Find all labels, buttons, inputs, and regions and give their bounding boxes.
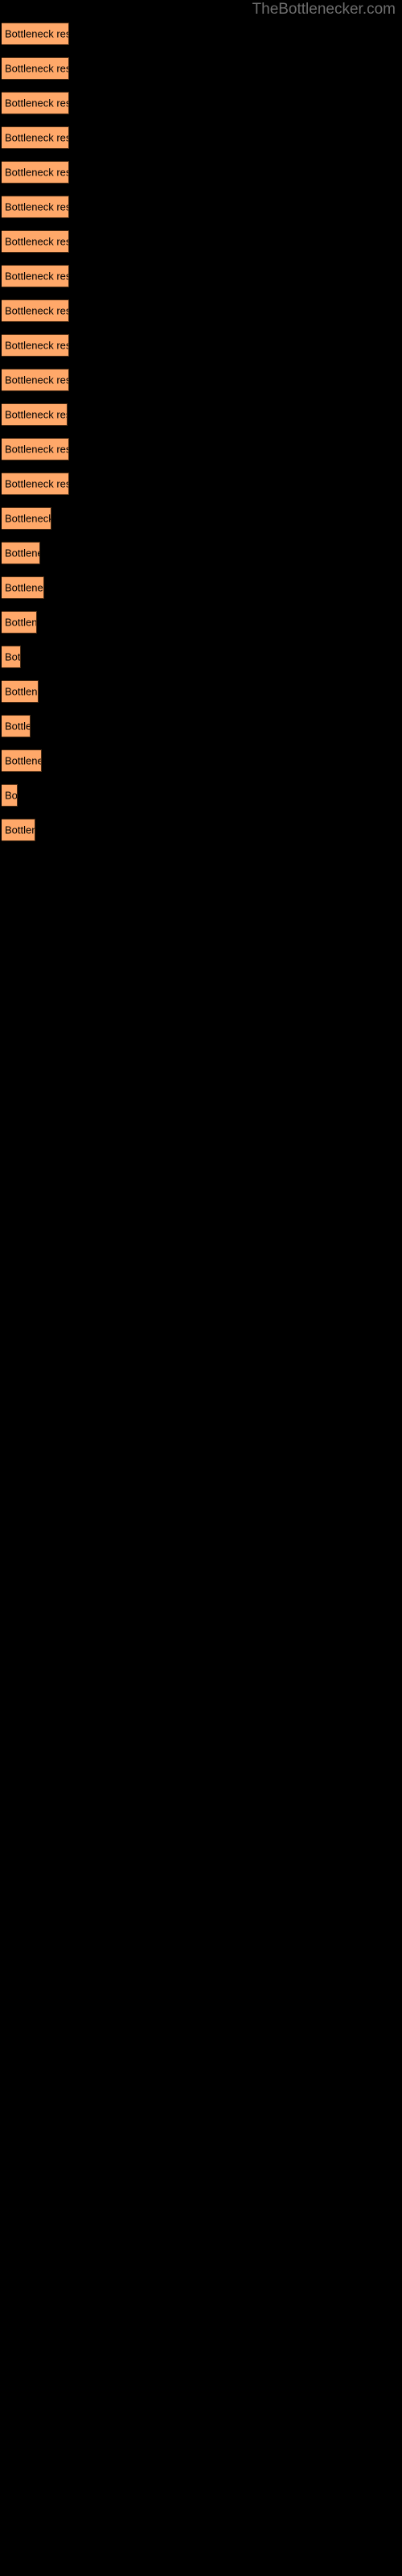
bar[interactable]: Bottleneck result bbox=[2, 126, 69, 149]
bar[interactable]: Bottleneck result bbox=[2, 819, 35, 841]
bar[interactable]: Bottleneck result bbox=[2, 715, 31, 737]
bar[interactable]: Bottleneck result bbox=[2, 646, 21, 668]
bar-label: Bottleneck result bbox=[5, 581, 43, 594]
bar-label: Bottleneck result bbox=[5, 443, 68, 456]
bar[interactable]: Bottleneck result bbox=[2, 576, 44, 599]
bar[interactable]: Bottleneck result bbox=[2, 265, 69, 287]
bar[interactable]: Bottleneck result bbox=[2, 611, 37, 634]
bar-label: Bottleneck result bbox=[5, 754, 41, 767]
bar[interactable]: Bottleneck result bbox=[2, 161, 69, 184]
bar-label: Bottleneck result bbox=[5, 62, 68, 75]
bar[interactable]: Bottleneck result bbox=[2, 334, 69, 357]
bar[interactable]: Bottleneck result bbox=[2, 784, 18, 807]
bar[interactable]: Bottleneck result bbox=[2, 369, 69, 391]
bar[interactable]: Bottleneck result bbox=[2, 473, 69, 495]
bar-label: Bottleneck result bbox=[5, 235, 68, 248]
bar[interactable]: Bottleneck result bbox=[2, 438, 69, 460]
bar-label: Bottleneck result bbox=[5, 131, 68, 144]
bar[interactable]: Bottleneck result bbox=[2, 57, 69, 80]
bar[interactable]: Bottleneck result bbox=[2, 542, 40, 564]
bar-label: Bottleneck result bbox=[5, 270, 68, 283]
bar-label: Bottleneck result bbox=[5, 477, 68, 490]
bar[interactable]: Bottleneck result bbox=[2, 749, 42, 772]
bar-label: Bottleneck result bbox=[5, 339, 68, 352]
bar-label: Bottleneck result bbox=[5, 824, 35, 836]
bar-label: Bottleneck result bbox=[5, 720, 30, 733]
bar[interactable]: Bottleneck result bbox=[2, 403, 68, 426]
bar[interactable]: Bottleneck result bbox=[2, 230, 69, 253]
bar-label: Bottleneck result bbox=[5, 304, 68, 317]
bar-label: Bottleneck result bbox=[5, 547, 39, 559]
bottleneck-bar-chart: TheBottlenecker.com Bottleneck resultBot… bbox=[0, 0, 402, 2576]
bar[interactable]: Bottleneck result bbox=[2, 92, 69, 114]
bar-label: Bottleneck result bbox=[5, 616, 37, 629]
bar[interactable]: Bottleneck result bbox=[2, 196, 69, 218]
bar[interactable]: Bottleneck result bbox=[2, 299, 69, 322]
bar[interactable]: Bottleneck result bbox=[2, 507, 51, 530]
bar[interactable]: Bottleneck result bbox=[2, 23, 69, 45]
bar-label: Bottleneck result bbox=[5, 27, 68, 40]
bar-label: Bottleneck result bbox=[5, 374, 68, 386]
bar-label: Bottleneck result bbox=[5, 512, 51, 525]
bar-label: Bottleneck result bbox=[5, 685, 38, 698]
bar-series-layer: Bottleneck result Bottleneck result Bottle… bbox=[0, 0, 402, 2576]
bar-label: Bottleneck result bbox=[5, 408, 67, 421]
bar[interactable]: Bottleneck result bbox=[2, 680, 39, 703]
bar-label: Bottleneck result bbox=[5, 97, 68, 109]
bar-label: Bottleneck result bbox=[5, 166, 68, 179]
bar-label: Bottleneck result bbox=[5, 650, 21, 663]
bar-label: Bottleneck result bbox=[5, 200, 68, 213]
bar-label: Bottleneck result bbox=[5, 789, 18, 802]
